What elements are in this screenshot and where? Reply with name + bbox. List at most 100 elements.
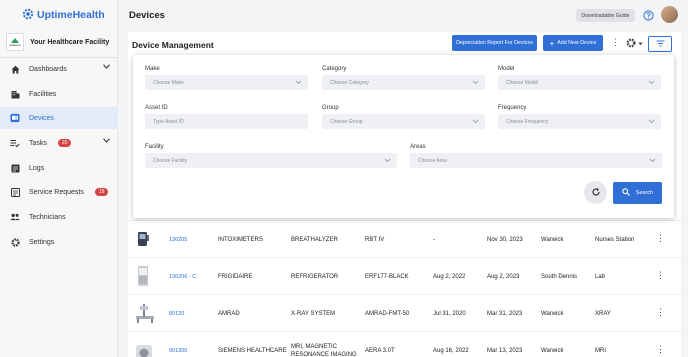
table-row[interactable]: 136205 INTOXIMETERS BREATHALYZER RBT IV …	[128, 220, 681, 257]
more-options-icon[interactable]: ⋮	[611, 37, 620, 48]
acquired-date: Aug 2, 2022	[433, 273, 466, 280]
make-select[interactable]: Choose Make	[145, 75, 308, 90]
device-make: INTOXIMETERS	[218, 236, 263, 243]
frequency-select[interactable]: Choose Frequency	[498, 114, 661, 129]
caret-down-icon	[638, 41, 643, 48]
sidebar-item-label: Facilities	[29, 90, 57, 98]
device-thumbnail	[135, 228, 151, 250]
device-area: XRAY	[595, 310, 611, 317]
plus-icon: +	[549, 38, 555, 48]
asset-id-link[interactable]: 80120	[169, 295, 184, 332]
sidebar-item-service-requests[interactable]: Service Requests 19	[0, 181, 118, 203]
refresh-icon	[591, 187, 601, 199]
table-row[interactable]: 136206 - C FRIGIDAIRE REFRIGERATOR ERF17…	[128, 257, 681, 294]
device-facility: Warwick	[541, 236, 564, 243]
group-label: Group	[322, 105, 339, 111]
logs-icon	[10, 163, 20, 173]
sidebar-item-settings[interactable]: Settings	[0, 231, 118, 253]
chevron-down-icon[interactable]	[103, 64, 110, 71]
sidebar-item-label: Logs	[29, 164, 45, 172]
device-model: AMRAD-FMT-50	[365, 310, 410, 317]
gear-logo-icon	[22, 8, 34, 22]
sidebar-item-facilities[interactable]: Facilities	[0, 83, 118, 105]
sidebar-item-dashboards[interactable]: Dashboards	[0, 58, 118, 80]
sidebar-item-label: Service Requests	[29, 188, 84, 196]
facility-logo: healthcare	[6, 33, 24, 51]
sidebar-item-label: Technicians	[29, 213, 66, 221]
sidebar-item-label: Settings	[29, 238, 55, 246]
acquired-date: Aug 16, 2022	[433, 347, 469, 354]
chevron-down-icon	[648, 117, 655, 127]
brand-logo[interactable]: UptimeHealth	[22, 8, 105, 22]
help-icon[interactable]	[643, 10, 654, 23]
row-menu-icon[interactable]: ⋮	[656, 233, 665, 244]
device-model: RBT IV	[365, 236, 385, 243]
facility-switcher[interactable]: healthcare Your Healthcare Facility	[6, 32, 116, 52]
acquired-date: Jul 31, 2020	[433, 310, 466, 317]
areas-label: Areas	[410, 144, 426, 150]
frequency-label: Frequency	[498, 105, 527, 111]
device-facility: Warwick	[541, 310, 564, 317]
sidebar-item-label: Tasks	[29, 139, 47, 147]
gear-icon	[10, 237, 20, 247]
category-select[interactable]: Choose Category	[322, 75, 485, 90]
row-menu-icon[interactable]: ⋮	[656, 307, 665, 318]
model-label: Model	[498, 66, 515, 72]
device-area: MRI	[595, 347, 606, 354]
device-area: Lab	[595, 273, 606, 280]
areas-select[interactable]: Choose Area	[410, 153, 662, 168]
chevron-down-icon	[472, 78, 479, 88]
settings-dropdown[interactable]	[626, 38, 643, 50]
group-select[interactable]: Choose Group	[322, 114, 485, 129]
chevron-down-icon	[384, 156, 391, 166]
device-thumbnail	[135, 302, 154, 324]
device-model: ERF177-BLACK	[365, 273, 409, 280]
device-make: FRIGIDAIRE	[218, 273, 253, 280]
reset-filters-button[interactable]	[584, 181, 607, 204]
chevron-down-icon	[649, 156, 656, 166]
model-select[interactable]: Choose Model	[498, 75, 661, 90]
sidebar-item-technicians[interactable]: Technicians	[0, 206, 118, 228]
section-title: Device Management	[132, 40, 214, 50]
device-thumbnail	[135, 265, 151, 287]
sidebar-item-devices[interactable]: Devices	[0, 107, 118, 129]
service-requests-badge: 19	[94, 188, 109, 196]
user-avatar[interactable]	[661, 6, 678, 23]
chevron-down-icon	[472, 117, 479, 127]
gear-icon	[626, 38, 636, 50]
depreciation-report-button[interactable]: Depreciation Report For Devices	[452, 35, 537, 51]
facility-logo-text: healthcare	[9, 44, 21, 47]
table-row[interactable]: 901300 SIEMENS HEALTHCARE MRI, MAGNETIC …	[128, 331, 681, 357]
asset-id-placeholder: Type Asset ID	[153, 118, 184, 125]
areas-placeholder: Choose Area	[418, 157, 447, 164]
filter-toggle-button[interactable]	[648, 36, 672, 52]
chevron-down-icon[interactable]	[103, 138, 110, 145]
last-service-date: Aug 2, 2023	[487, 273, 520, 280]
table-row[interactable]: 80120 AMRAD X-RAY SYSTEM AMRAD-FMT-50 Ju…	[128, 294, 681, 331]
service-icon	[10, 187, 20, 197]
facility-select[interactable]: Choose Facility	[145, 153, 397, 168]
row-menu-icon[interactable]: ⋮	[656, 344, 665, 355]
facility-placeholder: Choose Facility	[153, 157, 188, 164]
asset-id-link[interactable]: 136206 - C	[169, 258, 196, 295]
device-model: AERA 3.0T	[365, 347, 395, 354]
tasks-icon	[10, 138, 20, 148]
group-placeholder: Choose Group	[330, 118, 363, 125]
sidebar: UptimeHealth healthcare Your Healthcare …	[0, 0, 118, 357]
row-menu-icon[interactable]: ⋮	[656, 270, 665, 281]
home-icon	[10, 64, 20, 74]
asset-id-link[interactable]: 901300	[169, 332, 187, 357]
asset-id-link[interactable]: 136205	[169, 221, 187, 258]
tasks-count-badge: 20	[57, 139, 72, 147]
downloadable-guide-button[interactable]: Downloadable Guide	[576, 9, 635, 22]
search-button[interactable]: Search	[613, 182, 662, 204]
category-placeholder: Choose Category	[330, 79, 369, 86]
sidebar-item-logs[interactable]: Logs	[0, 157, 118, 179]
asset-id-input[interactable]: Type Asset ID	[145, 114, 308, 129]
device-make: SIEMENS HEALTHCARE	[218, 347, 287, 354]
sidebar-item-tasks[interactable]: Tasks 20	[0, 132, 118, 154]
search-label: Search	[635, 190, 654, 196]
last-service-date: Nov 30, 2023	[487, 236, 523, 243]
model-placeholder: Choose Model	[506, 79, 539, 86]
add-new-device-button[interactable]: + Add New Device	[543, 35, 603, 51]
